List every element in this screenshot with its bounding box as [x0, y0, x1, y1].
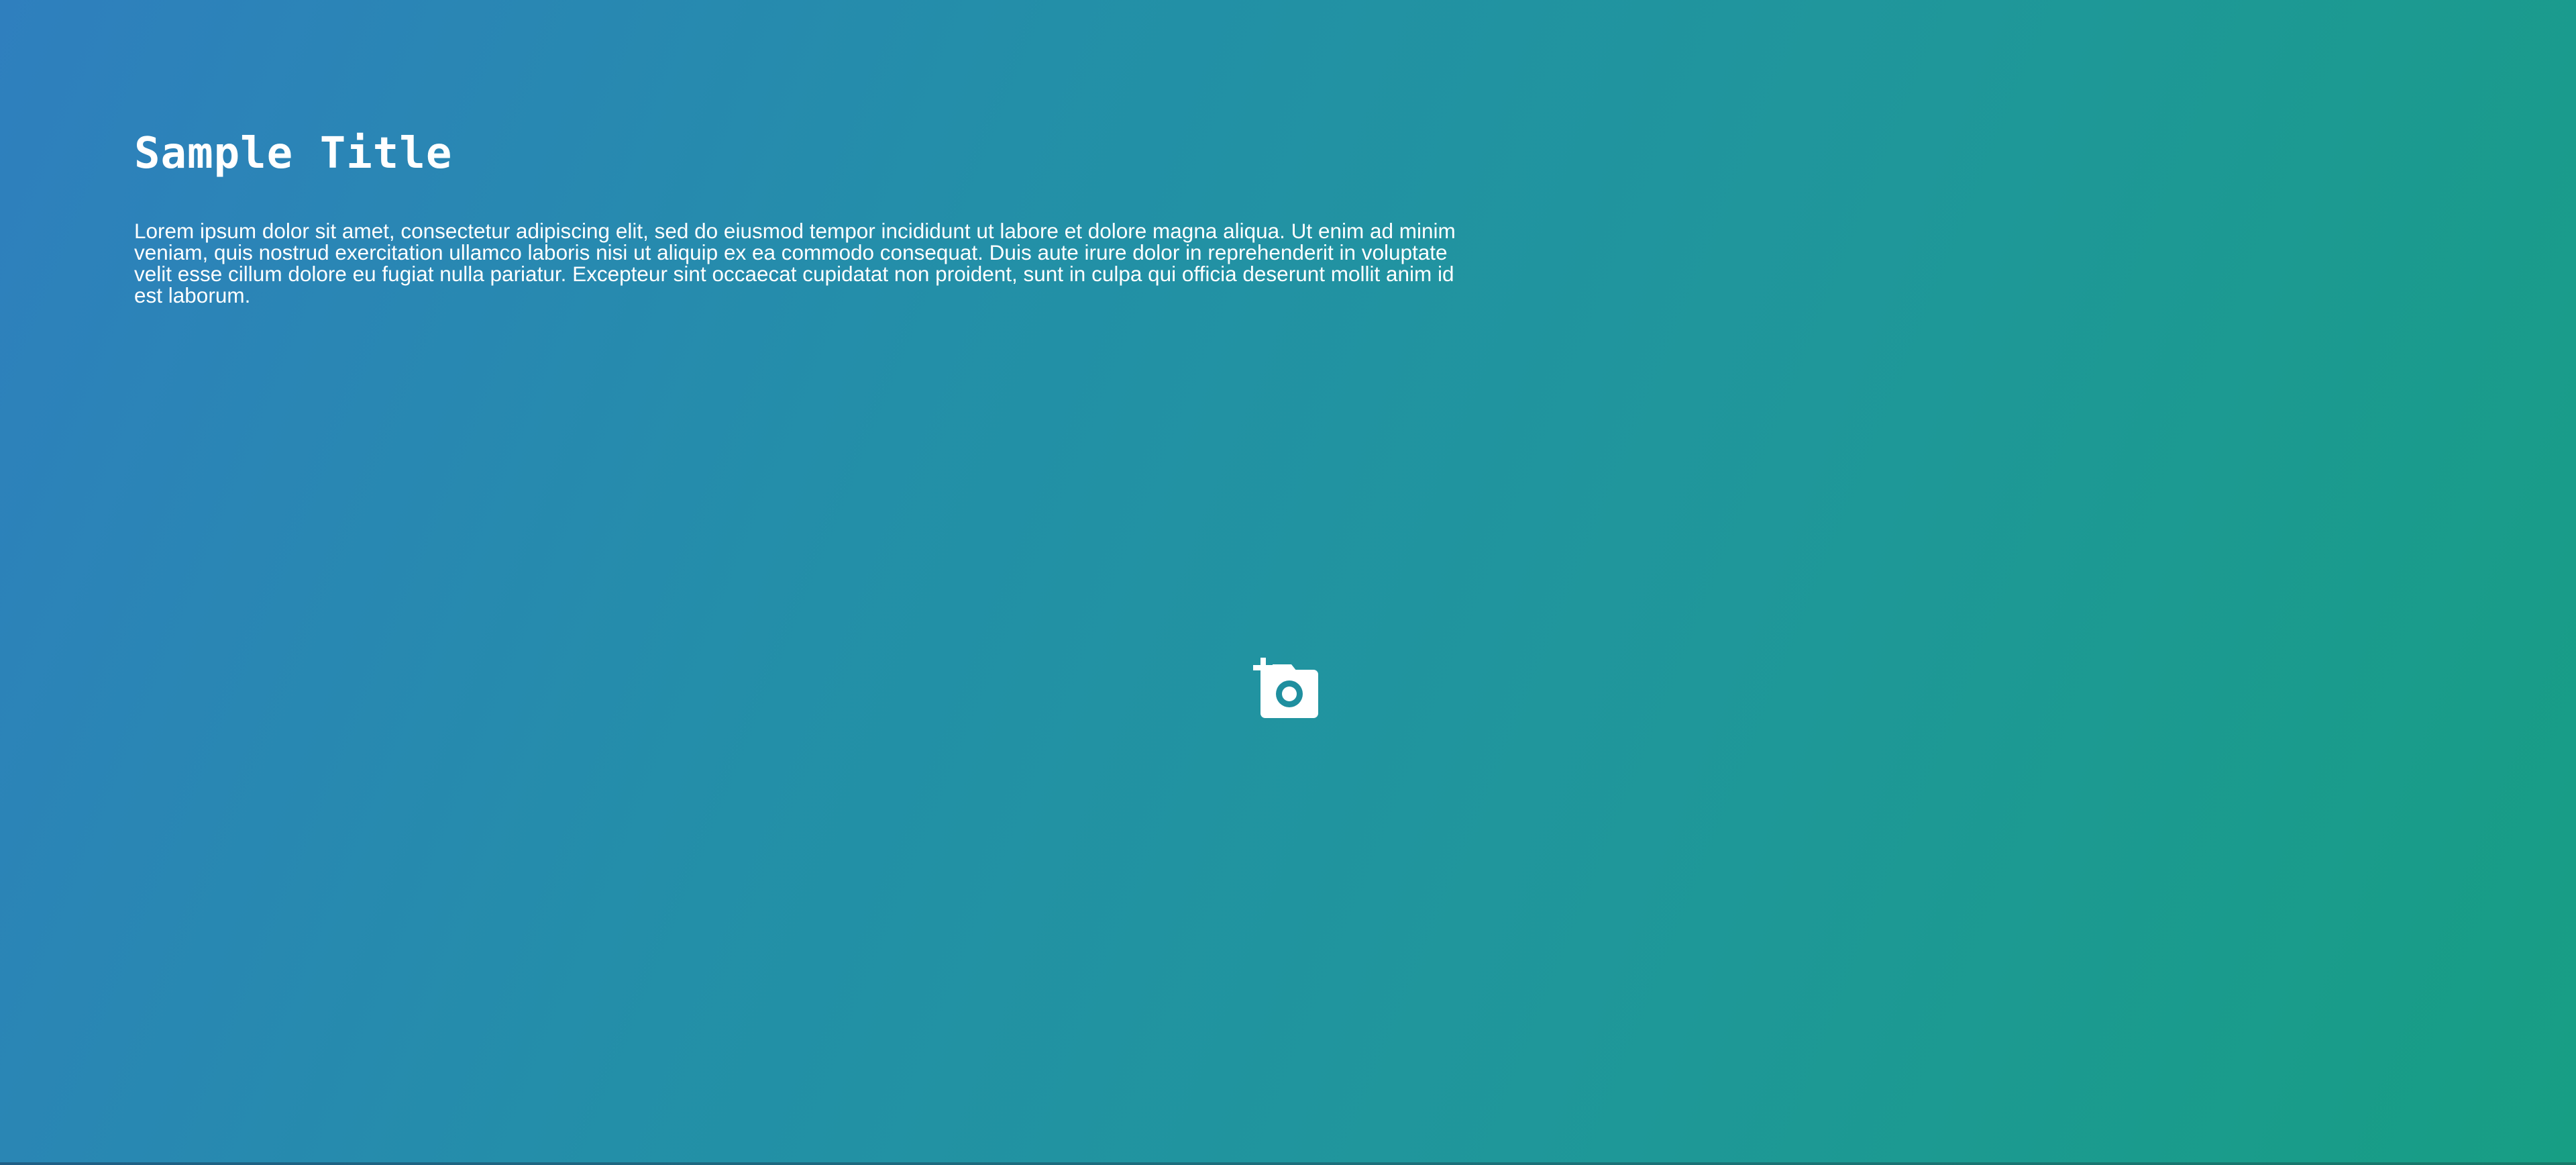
bottom-edge	[0, 1162, 2576, 1165]
add-photo-icon	[1253, 658, 1318, 718]
add-photo-button[interactable]	[1252, 658, 1320, 719]
page-title: Sample Title	[134, 129, 453, 179]
body-paragraph: Lorem ipsum dolor sit amet, consectetur …	[134, 219, 1456, 307]
content-block: Sample Title Lorem ipsum dolor sit amet,…	[134, 128, 1476, 306]
